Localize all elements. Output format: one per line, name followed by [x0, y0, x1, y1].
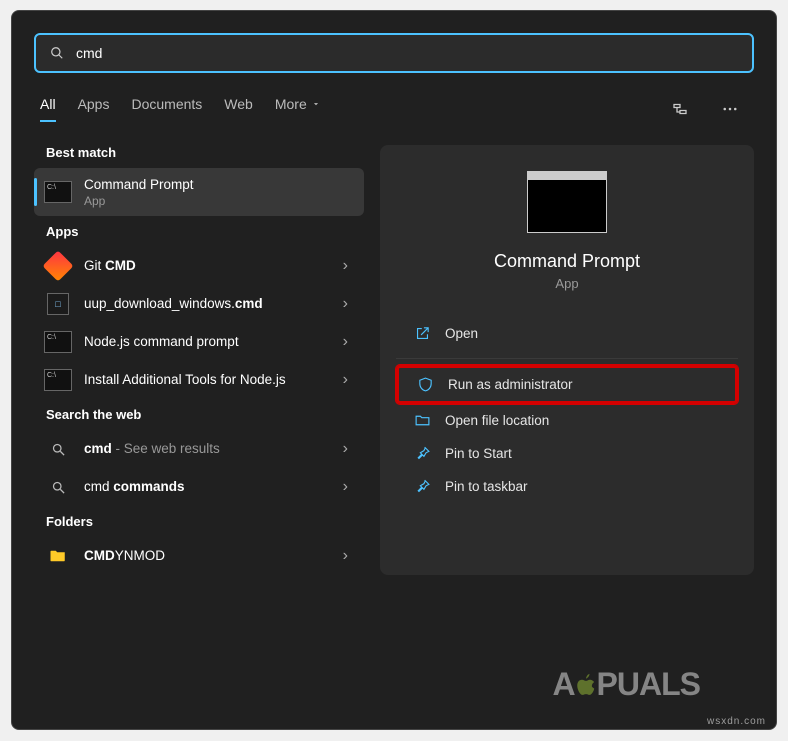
- action-open-file-location[interactable]: Open file location: [396, 404, 738, 437]
- results-column: Best match C:\ Command Prompt App Apps G…: [34, 145, 364, 575]
- apple-icon: [572, 671, 600, 699]
- tab-apps[interactable]: Apps: [78, 96, 110, 122]
- tabs-right-actions: [662, 91, 748, 127]
- chevron-down-icon: [311, 99, 321, 109]
- result-title: cmd commands: [84, 478, 337, 496]
- chevron-right-icon: ›: [337, 295, 354, 313]
- tabs: All Apps Documents Web More: [40, 96, 321, 122]
- result-title: Node.js command prompt: [84, 333, 337, 351]
- chevron-right-icon: ›: [337, 257, 354, 275]
- tab-apps-label: Apps: [78, 96, 110, 112]
- divider: [396, 358, 738, 359]
- generic-app-icon: □: [47, 293, 69, 315]
- chevron-right-icon: ›: [337, 440, 354, 458]
- result-text: Command Prompt App: [84, 176, 354, 208]
- cmd-app-icon: C:\: [44, 369, 72, 391]
- start-menu-search-window: cmd All Apps Documents Web More Best mat…: [11, 10, 777, 730]
- pin-icon: [414, 478, 431, 495]
- chevron-right-icon: ›: [337, 547, 354, 565]
- result-title: CMDYNMOD: [84, 547, 337, 565]
- search-icon: [50, 46, 64, 60]
- git-icon: [42, 250, 73, 281]
- app-thumbnail: [527, 171, 607, 233]
- tab-more[interactable]: More: [275, 96, 321, 122]
- result-install-node-tools[interactable]: C:\ Install Additional Tools for Node.js…: [34, 361, 364, 399]
- result-folder-cmdynmod[interactable]: CMDYNMOD ›: [34, 537, 364, 575]
- result-nodejs-prompt[interactable]: C:\ Node.js command prompt ›: [34, 323, 364, 361]
- folder-open-icon: [414, 412, 431, 429]
- tabs-row: All Apps Documents Web More: [34, 91, 754, 127]
- action-label: Open: [445, 326, 478, 341]
- tab-all-label: All: [40, 96, 56, 112]
- flow-icon-button[interactable]: [662, 91, 698, 127]
- result-title: cmd - See web results: [84, 440, 337, 458]
- folder-icon: [47, 547, 69, 565]
- content-area: Best match C:\ Command Prompt App Apps G…: [34, 145, 754, 575]
- section-apps-title: Apps: [46, 224, 364, 239]
- flow-icon: [671, 100, 689, 118]
- result-title: Install Additional Tools for Node.js: [84, 371, 337, 389]
- action-label: Run as administrator: [448, 377, 573, 392]
- shield-icon: [417, 376, 434, 393]
- chevron-right-icon: ›: [337, 478, 354, 496]
- result-subtype: App: [84, 194, 354, 208]
- watermark-site: wsxdn.com: [707, 716, 766, 727]
- result-web-cmd[interactable]: cmd - See web results ›: [34, 430, 364, 468]
- pin-icon: [414, 445, 431, 462]
- more-button[interactable]: [712, 91, 748, 127]
- watermark-brand: APUALS: [552, 666, 700, 703]
- tab-web[interactable]: Web: [224, 96, 253, 122]
- chevron-right-icon: ›: [337, 333, 354, 351]
- result-title: uup_download_windows.cmd: [84, 295, 337, 313]
- tab-more-label: More: [275, 96, 307, 112]
- detail-panel: Command Prompt App Open Run as administr…: [380, 145, 754, 575]
- tab-documents-label: Documents: [131, 96, 202, 112]
- cmd-app-icon: C:\: [44, 181, 72, 203]
- detail-title: Command Prompt: [494, 251, 640, 272]
- section-folders-title: Folders: [46, 514, 364, 529]
- action-pin-to-start[interactable]: Pin to Start: [396, 437, 738, 470]
- action-label: Pin to taskbar: [445, 479, 528, 494]
- cmd-app-icon: C:\: [44, 331, 72, 353]
- search-input-container[interactable]: cmd: [34, 33, 754, 73]
- result-title: Command Prompt: [84, 176, 354, 194]
- result-command-prompt[interactable]: C:\ Command Prompt App: [34, 168, 364, 216]
- search-icon: [51, 442, 66, 457]
- detail-actions: Open Run as administrator Open file loca…: [396, 317, 738, 503]
- detail-subtitle: App: [555, 276, 578, 291]
- action-label: Open file location: [445, 413, 549, 428]
- chevron-right-icon: ›: [337, 371, 354, 389]
- tab-all[interactable]: All: [40, 96, 56, 122]
- result-web-cmd-commands[interactable]: cmd commands ›: [34, 468, 364, 506]
- search-icon: [51, 480, 66, 495]
- ellipsis-icon: [721, 100, 739, 118]
- result-git-cmd[interactable]: Git CMD ›: [34, 247, 364, 285]
- section-web-title: Search the web: [46, 407, 364, 422]
- result-title: Git CMD: [84, 257, 337, 275]
- tab-web-label: Web: [224, 96, 253, 112]
- open-external-icon: [414, 325, 431, 342]
- result-uup-download[interactable]: □ uup_download_windows.cmd ›: [34, 285, 364, 323]
- search-input-text: cmd: [76, 45, 738, 61]
- section-best-match-title: Best match: [46, 145, 364, 160]
- action-pin-to-taskbar[interactable]: Pin to taskbar: [396, 470, 738, 503]
- tab-documents[interactable]: Documents: [131, 96, 202, 122]
- action-run-as-admin[interactable]: Run as administrator: [396, 365, 738, 404]
- action-label: Pin to Start: [445, 446, 512, 461]
- action-open[interactable]: Open: [396, 317, 738, 350]
